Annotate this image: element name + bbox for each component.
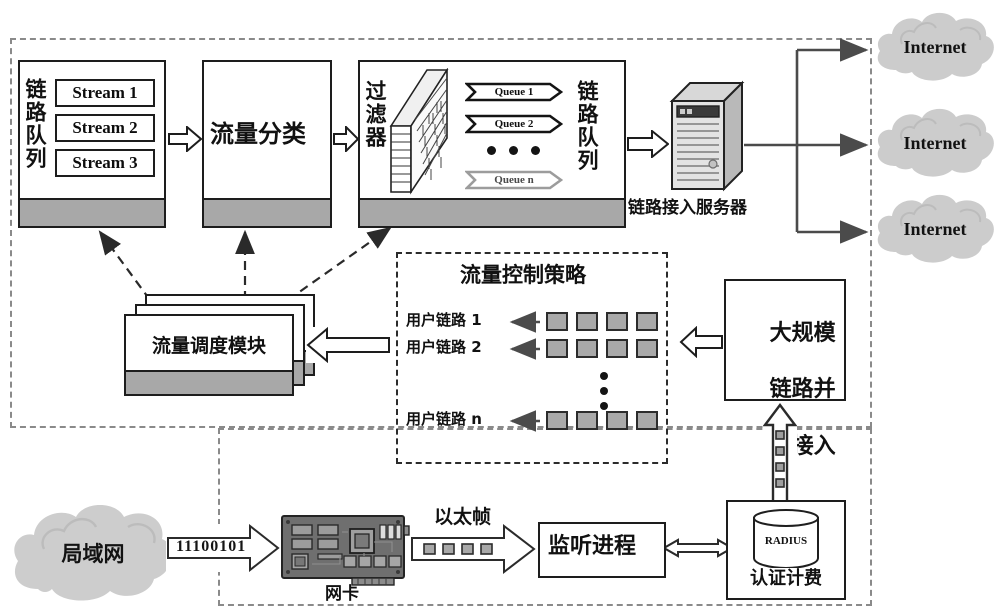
- filter-queue-vertical-label: 链路队列: [575, 80, 599, 172]
- scheduler-stack-front-footer: [126, 370, 292, 394]
- policy-row-label-n: 用户链路 n: [406, 410, 482, 428]
- arrow-classify-to-filter: [333, 126, 359, 152]
- parallel-access-line-2: 链路并: [769, 377, 836, 403]
- policy-cell-2-3: [606, 339, 628, 358]
- link-queue-vertical-label: 链路队列: [23, 78, 47, 170]
- queue-chevron-n: Queue n: [465, 170, 563, 190]
- arrow-filter-to-server: [627, 130, 669, 158]
- traffic-classify-label: 流量分类: [210, 120, 306, 148]
- queue-ellipsis-dots: [487, 146, 540, 155]
- diagram-canvas: 链路队列 Stream 1 Stream 2 Stream 3 流量分类 过滤器: [0, 0, 1000, 613]
- policy-cell-n-4: [636, 411, 658, 430]
- link-access-server-icon: [668, 79, 746, 195]
- policy-cell-n-3: [606, 411, 628, 430]
- network-card-icon: [280, 512, 410, 590]
- radius-caption: 认证计费: [750, 568, 822, 589]
- policy-cell-1-4: [636, 312, 658, 331]
- queue-chevron-2: Queue 2: [465, 114, 563, 134]
- radius-database-icon: RADIUS: [750, 508, 822, 568]
- stream-chip-2: Stream 2: [55, 114, 155, 142]
- internet-cloud-1: Internet: [872, 8, 998, 86]
- policy-row-label-1: 用户链路 1: [406, 311, 482, 329]
- policy-cell-2-1: [546, 339, 568, 358]
- policy-cell-2-2: [576, 339, 598, 358]
- policy-cell-1-2: [576, 312, 598, 331]
- arrow-policy-to-scheduler: [306, 327, 390, 363]
- queue-chevron-1: Queue 1: [465, 82, 563, 102]
- network-card-label: 网卡: [325, 584, 359, 604]
- link-access-server-label: 链路接入服务器: [628, 198, 747, 218]
- arrow-queue-to-classify: [168, 126, 202, 152]
- stream-chip-3: Stream 3: [55, 149, 155, 177]
- stream-chip-1: Stream 1: [55, 79, 155, 107]
- internet-cloud-2: Internet: [872, 104, 998, 182]
- firewall-brickwall-icon: [389, 68, 449, 196]
- traffic-classify-box-footer: [204, 198, 330, 226]
- ethernet-frame-label: 以太帧: [434, 506, 492, 528]
- policy-ellipsis-dots: [600, 372, 608, 410]
- arrow-ethernet-frame: [410, 524, 536, 574]
- scheduler-label: 流量调度模块: [151, 334, 266, 357]
- bitstream-value: 11100101: [176, 538, 247, 555]
- policy-cell-1-3: [606, 312, 628, 331]
- arrow-radius-to-parallel: [763, 403, 797, 507]
- policy-cell-2-4: [636, 339, 658, 358]
- scheduler-stack-front: 流量调度模块: [124, 314, 294, 396]
- policy-cell-n-1: [546, 411, 568, 430]
- policy-cell-n-2: [576, 411, 598, 430]
- filter-queue-box-footer: [360, 198, 624, 226]
- policy-cell-1-1: [546, 312, 568, 331]
- link-queue-box-footer: [20, 198, 164, 226]
- parallel-access-line-1: 大规模: [769, 321, 836, 347]
- policy-row-label-2: 用户链路 2: [406, 338, 482, 356]
- internet-cloud-3: Internet: [872, 190, 998, 268]
- listener-process-label: 监听进程: [548, 534, 637, 559]
- lan-cloud: 局域网: [8, 497, 178, 609]
- arrow-parallel-to-policy: [679, 326, 723, 358]
- filter-vertical-label: 过滤器: [363, 80, 387, 149]
- flow-control-policy-title: 流量控制策略: [460, 263, 586, 287]
